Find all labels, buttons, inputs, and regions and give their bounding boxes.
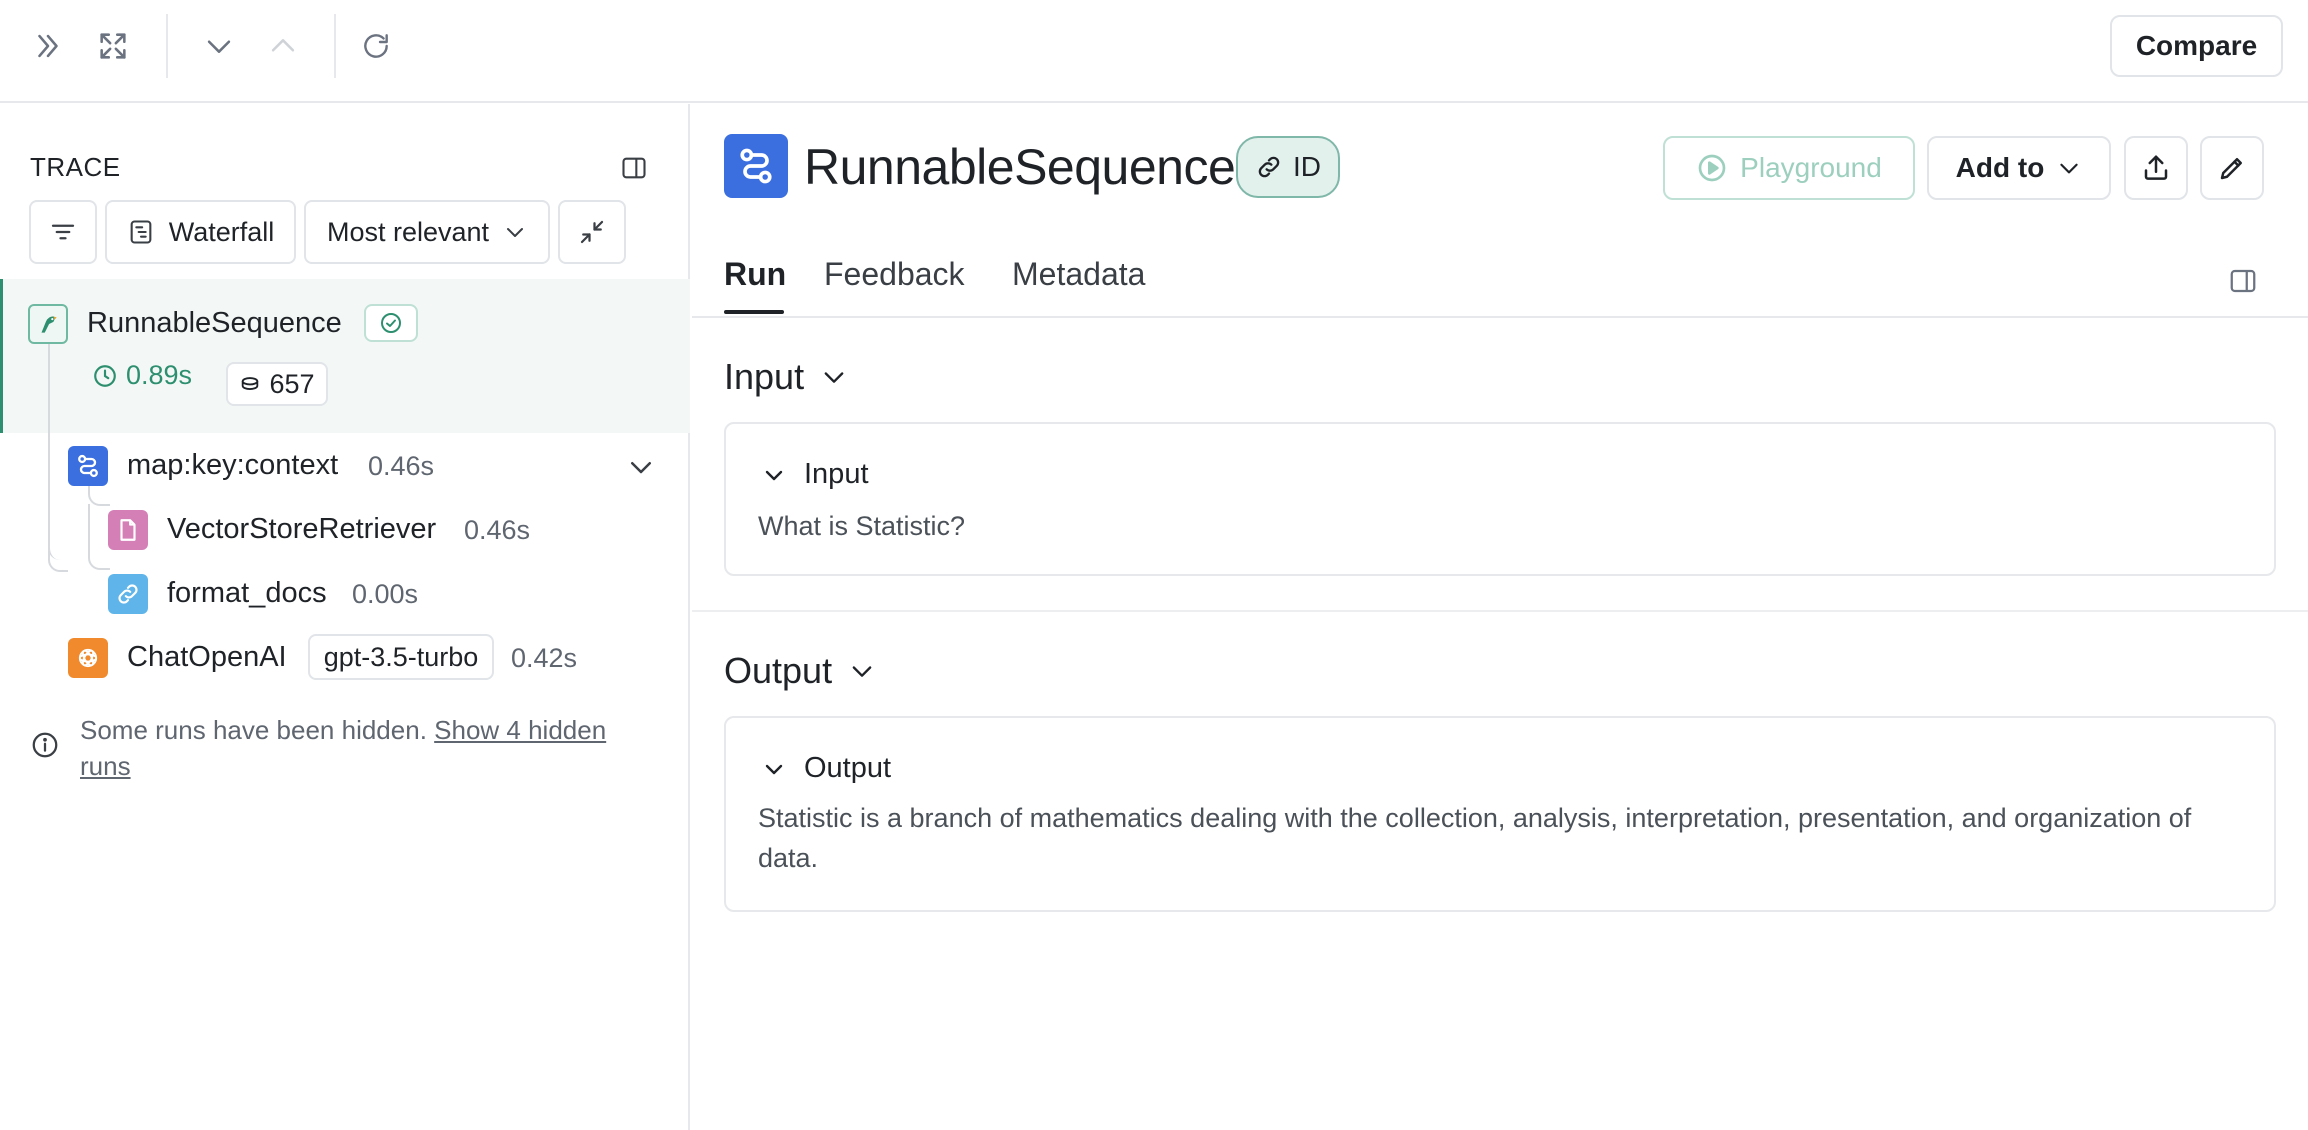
toolbar-divider	[166, 14, 168, 78]
play-circle-icon	[1696, 152, 1728, 184]
collapse-arrows-icon	[577, 217, 607, 247]
trace-row-duration: 0.46s	[368, 451, 435, 481]
model-name: gpt-3.5-turbo	[323, 641, 479, 672]
pencil-icon	[2217, 153, 2247, 183]
token-count-value: 657	[269, 368, 315, 399]
trace-title: TRACE	[30, 152, 121, 182]
root-duration-value: 0.89s	[126, 360, 193, 390]
collapse-chevron-down-icon[interactable]	[626, 452, 656, 482]
tree-connector	[48, 434, 68, 560]
share-button[interactable]	[2124, 136, 2188, 200]
next-run-chevron-down-icon[interactable]	[195, 22, 243, 70]
tab-run[interactable]: Run	[724, 256, 786, 293]
toolbar-divider	[334, 14, 336, 78]
tab-feedback[interactable]: Feedback	[824, 256, 965, 293]
output-card: Output Statistic is a branch of mathemat…	[724, 716, 2276, 912]
success-status-badge	[364, 304, 418, 342]
waterfall-label: Waterfall	[168, 216, 275, 247]
id-label: ID	[1293, 151, 1321, 182]
output-section-title: Output	[724, 650, 833, 691]
clock-icon	[92, 363, 118, 389]
parrot-icon	[28, 304, 68, 344]
output-value: Statistic is a branch of mathematics dea…	[758, 803, 2192, 873]
hidden-runs-text: Some runs have been hidden.	[80, 715, 427, 745]
input-card: Input What is Statistic?	[724, 422, 2276, 576]
chevron-down-icon	[503, 220, 527, 244]
chain-icon	[68, 446, 108, 486]
input-card-title: Input	[804, 458, 869, 490]
top-toolbar: Compare	[0, 0, 2308, 103]
openai-icon	[68, 638, 108, 678]
link-icon	[108, 574, 148, 614]
filter-lines-icon	[48, 217, 78, 247]
add-to-label: Add to	[1955, 152, 2045, 183]
chevron-down-icon	[2056, 155, 2082, 181]
coins-icon	[239, 373, 261, 395]
tree-connector	[88, 504, 110, 570]
hidden-runs-note: Some runs have been hidden. Show 4 hidde…	[80, 712, 660, 784]
collapse-all-button[interactable]	[558, 200, 626, 264]
token-count-badge: 657	[226, 362, 328, 406]
trace-row-duration: 0.00s	[352, 579, 419, 609]
trace-row-name[interactable]: format_docs	[167, 577, 327, 610]
chevron-down-icon	[762, 463, 786, 487]
input-card-toggle[interactable]: Input	[762, 458, 869, 491]
input-section-toggle[interactable]: Input	[724, 356, 848, 398]
trace-row-name[interactable]: VectorStoreRetriever	[167, 513, 436, 546]
output-section-toggle[interactable]: Output	[724, 650, 876, 692]
run-tabs: Run Feedback Metadata	[692, 244, 2308, 318]
waterfall-button[interactable]: Waterfall	[105, 200, 296, 264]
root-run-name[interactable]: RunnableSequence	[87, 307, 342, 340]
trace-row-name[interactable]: map:key:context	[127, 449, 338, 482]
copy-id-button[interactable]: ID	[1236, 136, 1340, 198]
input-value: What is Statistic?	[758, 511, 966, 541]
section-divider	[692, 610, 2308, 612]
check-circle-icon	[379, 311, 403, 335]
sort-select[interactable]: Most relevant	[304, 200, 550, 264]
compare-button[interactable]: Compare	[2110, 15, 2283, 77]
input-section-title: Input	[724, 356, 805, 397]
model-badge: gpt-3.5-turbo	[308, 634, 494, 680]
output-card-title: Output	[804, 752, 892, 784]
previous-run-chevron-up-icon[interactable]	[259, 22, 307, 70]
upload-icon	[2141, 153, 2171, 183]
toggle-details-panel-icon[interactable]	[2228, 266, 2258, 296]
edit-button[interactable]	[2200, 136, 2264, 200]
waterfall-icon	[127, 218, 155, 246]
link-icon	[1255, 153, 1283, 181]
run-title: RunnableSequence	[804, 139, 1236, 195]
playground-label: Playground	[1740, 152, 1882, 183]
trace-row-duration: 0.42s	[511, 643, 578, 673]
root-duration: 0.89s	[92, 360, 192, 391]
chevron-down-icon	[848, 657, 876, 685]
refresh-icon[interactable]	[352, 22, 400, 70]
output-card-toggle[interactable]: Output	[762, 752, 891, 785]
playground-button[interactable]: Playground	[1663, 136, 1915, 200]
document-icon	[108, 510, 148, 550]
active-tab-indicator	[724, 310, 784, 314]
trace-row-duration: 0.46s	[464, 515, 531, 545]
info-icon	[30, 730, 60, 760]
chain-icon	[724, 134, 788, 198]
fullscreen-icon[interactable]	[89, 22, 137, 70]
expand-panel-icon[interactable]	[24, 22, 72, 70]
trace-panel: TRACE Waterfall Most relevant RunnableSe…	[0, 104, 690, 1130]
tab-metadata[interactable]: Metadata	[1012, 256, 1145, 293]
filter-button[interactable]	[29, 200, 97, 264]
chevron-down-icon	[762, 757, 786, 781]
sort-label: Most relevant	[326, 216, 490, 247]
run-detail-panel: RunnableSequence ID Playground Add to Ru…	[692, 104, 2308, 1130]
trace-row-root[interactable]	[0, 279, 690, 433]
toggle-sidebar-icon[interactable]	[620, 154, 648, 182]
trace-row-name[interactable]: ChatOpenAI	[127, 641, 287, 674]
add-to-button[interactable]: Add to	[1927, 136, 2111, 200]
chevron-down-icon	[820, 363, 848, 391]
